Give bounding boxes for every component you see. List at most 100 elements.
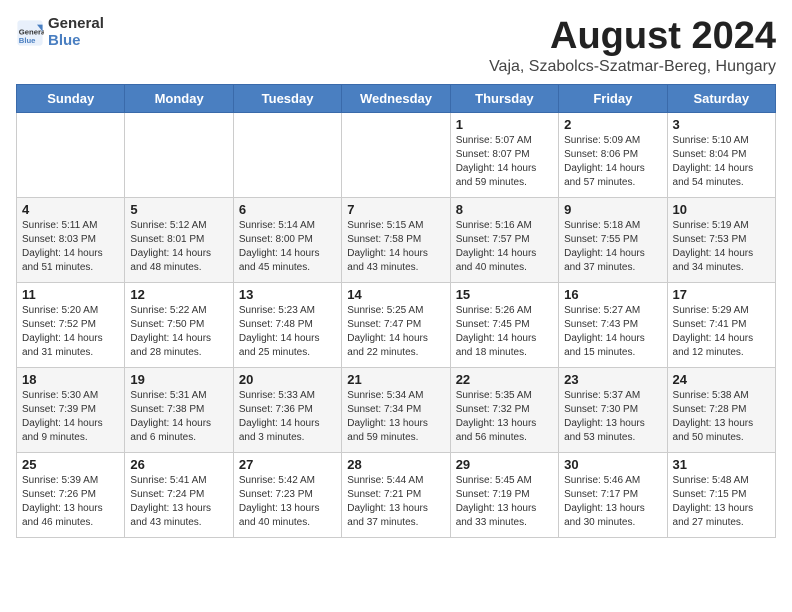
day-number: 6: [239, 202, 336, 217]
calendar-day-cell: 9Sunrise: 5:18 AM Sunset: 7:55 PM Daylig…: [559, 197, 667, 282]
day-info: Sunrise: 5:35 AM Sunset: 7:32 PM Dayligh…: [456, 389, 553, 445]
day-info: Sunrise: 5:23 AM Sunset: 7:48 PM Dayligh…: [239, 304, 336, 360]
calendar-day-cell: 24 Sunrise: 5:38 AM Sunset: 7:28 PM Dayli…: [667, 367, 775, 452]
header-day: Friday: [559, 84, 667, 112]
calendar-header: SundayMondayTuesdayWednesdayThursdayFrid…: [17, 84, 776, 112]
day-info: Sunrise: 5:29 AM Sunset: 7:41 PM Dayligh…: [673, 304, 770, 360]
calendar-day-cell: [125, 112, 233, 197]
day-info: Sunrise: 5:37 AM Sunset: 7:30 PM Dayligh…: [564, 389, 661, 445]
day-info: Sunrise: 5:25 AM Sunset: 7:47 PM Dayligh…: [347, 304, 444, 360]
calendar-day-cell: 1 Sunrise: 5:07 AM Sunset: 8:07 PM Daylig…: [450, 112, 558, 197]
logo-text: General Blue: [48, 16, 104, 49]
day-number: 12: [130, 287, 227, 302]
day-info: Sunrise: 5:33 AM Sunset: 7:36 PM Dayligh…: [239, 389, 336, 445]
calendar-week-row: 18Sunrise: 5:30 AM Sunset: 7:39 PM Dayli…: [17, 367, 776, 452]
calendar-week-row: 4 Sunrise: 5:11 AM Sunset: 8:03 PM Daylig…: [17, 197, 776, 282]
calendar-body: 1 Sunrise: 5:07 AM Sunset: 8:07 PM Daylig…: [17, 112, 776, 537]
calendar-day-cell: 17 Sunrise: 5:29 AM Sunset: 7:41 PM Dayli…: [667, 282, 775, 367]
day-info: Sunrise: 5:48 AM Sunset: 7:15 PM Dayligh…: [673, 474, 770, 530]
day-number: 24: [673, 372, 770, 387]
calendar-week-row: 25Sunrise: 5:39 AM Sunset: 7:26 PM Dayli…: [17, 452, 776, 537]
day-number: 8: [456, 202, 553, 217]
calendar-day-cell: 28Sunrise: 5:44 AM Sunset: 7:21 PM Dayli…: [342, 452, 450, 537]
calendar-day-cell: 18Sunrise: 5:30 AM Sunset: 7:39 PM Dayli…: [17, 367, 125, 452]
day-number: 29: [456, 457, 553, 472]
day-number: 27: [239, 457, 336, 472]
calendar-day-cell: 2Sunrise: 5:09 AM Sunset: 8:06 PM Daylig…: [559, 112, 667, 197]
header-row: SundayMondayTuesdayWednesdayThursdayFrid…: [17, 84, 776, 112]
day-info: Sunrise: 5:31 AM Sunset: 7:38 PM Dayligh…: [130, 389, 227, 445]
calendar-day-cell: 16 Sunrise: 5:27 AM Sunset: 7:43 PM Dayli…: [559, 282, 667, 367]
calendar-day-cell: 19Sunrise: 5:31 AM Sunset: 7:38 PM Dayli…: [125, 367, 233, 452]
day-number: 20: [239, 372, 336, 387]
day-info: Sunrise: 5:15 AM Sunset: 7:58 PM Dayligh…: [347, 219, 444, 275]
day-info: Sunrise: 5:34 AM Sunset: 7:34 PM Dayligh…: [347, 389, 444, 445]
day-number: 17: [673, 287, 770, 302]
day-info: Sunrise: 5:41 AM Sunset: 7:24 PM Dayligh…: [130, 474, 227, 530]
header-day: Monday: [125, 84, 233, 112]
day-number: 5: [130, 202, 227, 217]
calendar-day-cell: 22 Sunrise: 5:35 AM Sunset: 7:32 PM Dayli…: [450, 367, 558, 452]
day-info: Sunrise: 5:22 AM Sunset: 7:50 PM Dayligh…: [130, 304, 227, 360]
calendar-subtitle: Vaja, Szabolcs-Szatmar-Bereg, Hungary: [489, 58, 776, 76]
calendar-title: August 2024: [489, 16, 776, 58]
calendar-week-row: 11 Sunrise: 5:20 AM Sunset: 7:52 PM Dayli…: [17, 282, 776, 367]
calendar-day-cell: 15 Sunrise: 5:26 AM Sunset: 7:45 PM Dayli…: [450, 282, 558, 367]
calendar-day-cell: 20 Sunrise: 5:33 AM Sunset: 7:36 PM Dayli…: [233, 367, 341, 452]
day-info: Sunrise: 5:42 AM Sunset: 7:23 PM Dayligh…: [239, 474, 336, 530]
day-number: 13: [239, 287, 336, 302]
page-header: General Blue General Blue August 2024 Va…: [16, 16, 776, 76]
day-info: Sunrise: 5:19 AM Sunset: 7:53 PM Dayligh…: [673, 219, 770, 275]
day-number: 18: [22, 372, 119, 387]
calendar-day-cell: [17, 112, 125, 197]
logo-icon: General Blue: [16, 19, 44, 47]
day-info: Sunrise: 5:38 AM Sunset: 7:28 PM Dayligh…: [673, 389, 770, 445]
day-number: 3: [673, 117, 770, 132]
day-number: 2: [564, 117, 661, 132]
day-info: Sunrise: 5:07 AM Sunset: 8:07 PM Dayligh…: [456, 134, 553, 190]
header-day: Sunday: [17, 84, 125, 112]
svg-text:General: General: [19, 27, 44, 36]
calendar-day-cell: 4 Sunrise: 5:11 AM Sunset: 8:03 PM Daylig…: [17, 197, 125, 282]
day-info: Sunrise: 5:14 AM Sunset: 8:00 PM Dayligh…: [239, 219, 336, 275]
day-number: 9: [564, 202, 661, 217]
day-number: 10: [673, 202, 770, 217]
calendar-day-cell: 13 Sunrise: 5:23 AM Sunset: 7:48 PM Dayli…: [233, 282, 341, 367]
calendar-day-cell: 3 Sunrise: 5:10 AM Sunset: 8:04 PM Daylig…: [667, 112, 775, 197]
day-number: 15: [456, 287, 553, 302]
day-info: Sunrise: 5:11 AM Sunset: 8:03 PM Dayligh…: [22, 219, 119, 275]
calendar-day-cell: 12 Sunrise: 5:22 AM Sunset: 7:50 PM Dayli…: [125, 282, 233, 367]
calendar-day-cell: 31 Sunrise: 5:48 AM Sunset: 7:15 PM Dayli…: [667, 452, 775, 537]
day-number: 28: [347, 457, 444, 472]
day-number: 31: [673, 457, 770, 472]
day-number: 1: [456, 117, 553, 132]
day-number: 4: [22, 202, 119, 217]
day-info: Sunrise: 5:20 AM Sunset: 7:52 PM Dayligh…: [22, 304, 119, 360]
calendar-table: SundayMondayTuesdayWednesdayThursdayFrid…: [16, 84, 776, 538]
day-info: Sunrise: 5:26 AM Sunset: 7:45 PM Dayligh…: [456, 304, 553, 360]
day-info: Sunrise: 5:27 AM Sunset: 7:43 PM Dayligh…: [564, 304, 661, 360]
calendar-day-cell: 10 Sunrise: 5:19 AM Sunset: 7:53 PM Dayli…: [667, 197, 775, 282]
header-day: Tuesday: [233, 84, 341, 112]
calendar-day-cell: 26 Sunrise: 5:41 AM Sunset: 7:24 PM Dayli…: [125, 452, 233, 537]
day-info: Sunrise: 5:16 AM Sunset: 7:57 PM Dayligh…: [456, 219, 553, 275]
calendar-day-cell: 27 Sunrise: 5:42 AM Sunset: 7:23 PM Dayli…: [233, 452, 341, 537]
day-number: 22: [456, 372, 553, 387]
header-day: Thursday: [450, 84, 558, 112]
day-number: 7: [347, 202, 444, 217]
calendar-day-cell: 14 Sunrise: 5:25 AM Sunset: 7:47 PM Dayli…: [342, 282, 450, 367]
calendar-day-cell: [342, 112, 450, 197]
header-day: Wednesday: [342, 84, 450, 112]
day-info: Sunrise: 5:12 AM Sunset: 8:01 PM Dayligh…: [130, 219, 227, 275]
day-number: 26: [130, 457, 227, 472]
day-number: 14: [347, 287, 444, 302]
day-number: 25: [22, 457, 119, 472]
day-number: 11: [22, 287, 119, 302]
day-number: 21: [347, 372, 444, 387]
title-block: August 2024 Vaja, Szabolcs-Szatmar-Bereg…: [489, 16, 776, 76]
day-info: Sunrise: 5:10 AM Sunset: 8:04 PM Dayligh…: [673, 134, 770, 190]
calendar-day-cell: 7 Sunrise: 5:15 AM Sunset: 7:58 PM Daylig…: [342, 197, 450, 282]
day-number: 16: [564, 287, 661, 302]
calendar-day-cell: 30Sunrise: 5:46 AM Sunset: 7:17 PM Dayli…: [559, 452, 667, 537]
day-number: 30: [564, 457, 661, 472]
